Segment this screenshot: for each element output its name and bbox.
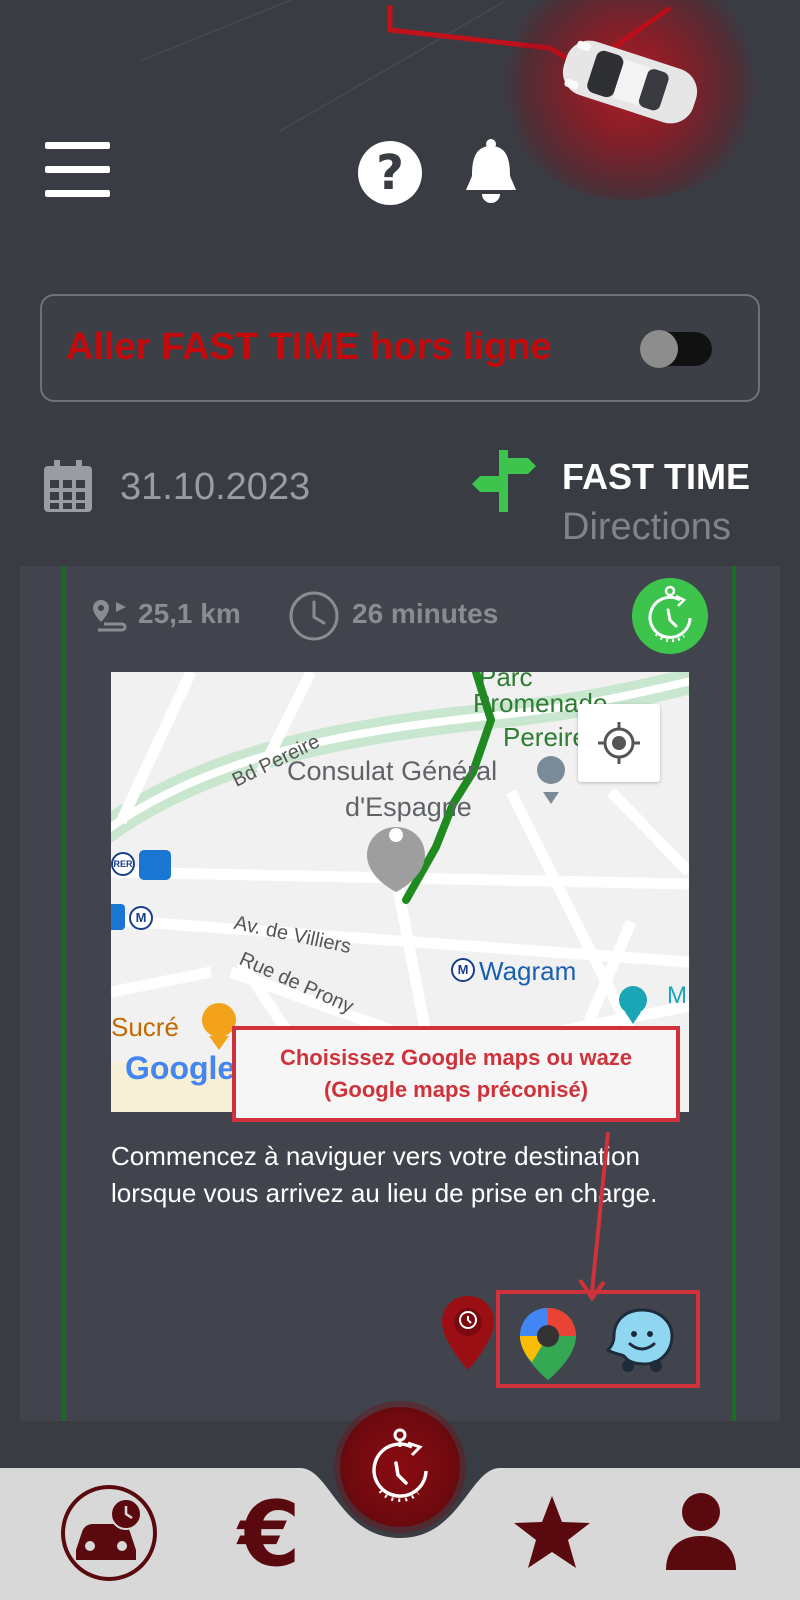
- metro-icon-wagram: M: [451, 958, 475, 982]
- toggle-knob: [640, 330, 678, 368]
- route-distance-icon: [93, 600, 127, 632]
- top-bar: ?: [0, 0, 800, 260]
- clock-icon: [289, 591, 339, 641]
- brand-subtitle: Directions: [562, 506, 731, 548]
- offline-toggle[interactable]: [640, 330, 712, 368]
- card-rail-right: [732, 566, 736, 1421]
- map-label-pereire: Pereire: [503, 722, 587, 752]
- brand-title: FAST TIME: [562, 456, 750, 497]
- signpost-icon: [472, 450, 536, 512]
- center-stopwatch-button[interactable]: [340, 1407, 460, 1527]
- offline-toggle-card: Aller FAST TIME hors ligne: [40, 294, 760, 402]
- fast-time-pin-icon[interactable]: [440, 1294, 496, 1372]
- google-logo: Google: [125, 1050, 236, 1086]
- metro-icon-villiers: M: [129, 906, 153, 930]
- rer-icon: RER: [111, 852, 135, 876]
- callout-line-1: Choisissez Google maps ou waze: [279, 1045, 633, 1070]
- card-rail-left: [62, 566, 66, 1421]
- euro-icon[interactable]: €: [238, 1490, 301, 1580]
- waze-icon[interactable]: [606, 1306, 676, 1374]
- stopwatch-icon: [648, 585, 692, 643]
- trip-date: 31.10.2023: [120, 466, 311, 508]
- notification-bell-icon[interactable]: [462, 138, 520, 206]
- map-label-consulat: Consulat Général: [287, 756, 498, 786]
- my-location-button[interactable]: [578, 704, 660, 782]
- map-label-wagram: Wagram: [479, 956, 577, 986]
- app-choice-callout: Choisissez Google maps ou waze (Google m…: [232, 1026, 680, 1122]
- trip-distance: 25,1 km: [138, 598, 241, 629]
- star-icon[interactable]: [512, 1494, 592, 1570]
- map-label-espagne: d'Espagne: [345, 792, 472, 822]
- car-timer-icon[interactable]: [60, 1484, 158, 1582]
- callout-line-2: (Google maps préconisé): [323, 1077, 589, 1102]
- offline-label: Aller FAST TIME hors ligne: [66, 326, 552, 368]
- stopwatch-icon: [372, 1428, 428, 1503]
- user-icon[interactable]: [664, 1492, 738, 1572]
- crosshair-icon: [598, 722, 640, 764]
- trip-duration: 26 minutes: [352, 598, 499, 629]
- navigation-instructions: Commencez à naviguer vers votre destinat…: [111, 1141, 658, 1208]
- google-maps-icon[interactable]: [518, 1306, 578, 1382]
- map-label-m-right: M: [667, 982, 687, 1009]
- help-button[interactable]: ?: [358, 141, 422, 205]
- calendar-icon: [44, 460, 92, 512]
- map-label-sucre: Sucré: [111, 1012, 179, 1042]
- start-trip-button[interactable]: [632, 578, 708, 654]
- trip-card: 25,1 km 26 minutes Parc Promenade Pereir…: [20, 566, 780, 1421]
- menu-button[interactable]: [45, 142, 110, 200]
